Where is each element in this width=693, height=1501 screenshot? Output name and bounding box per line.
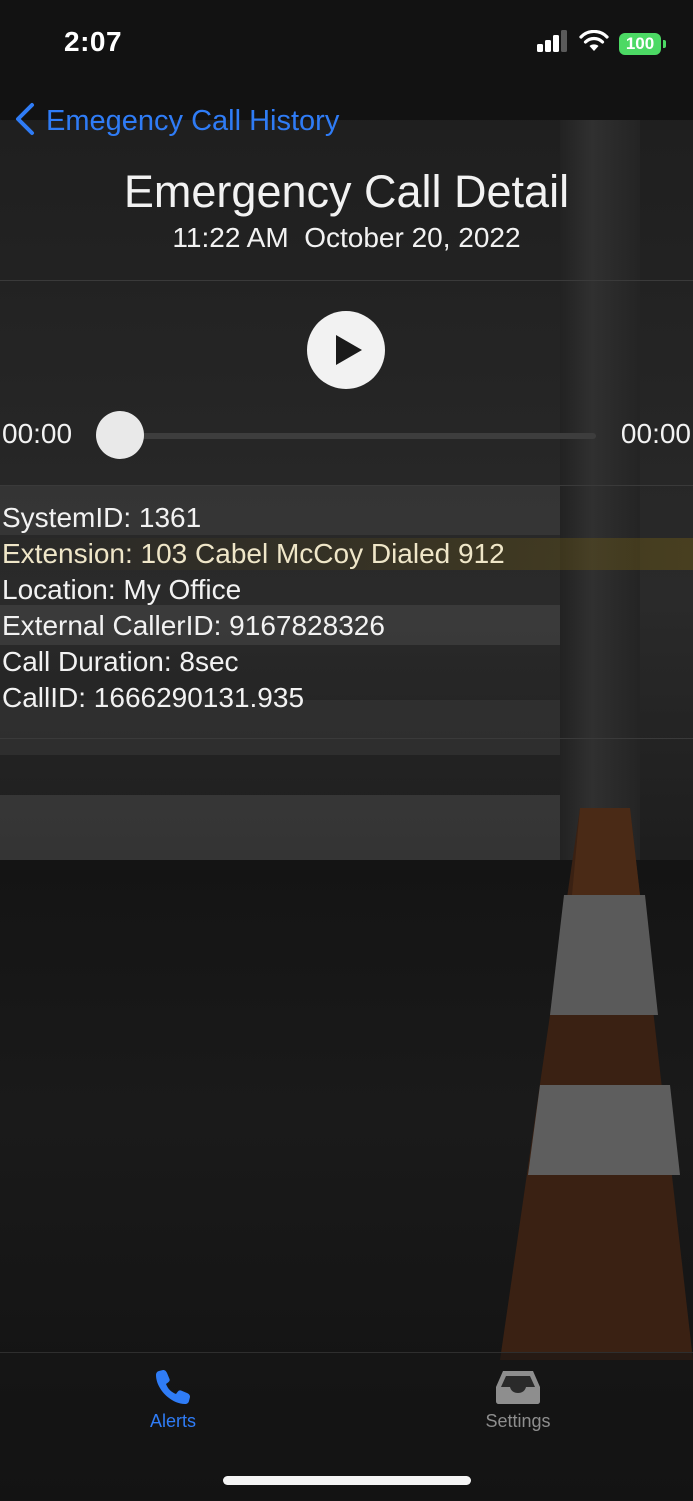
traffic-cone-image	[500, 808, 693, 1360]
tray-icon	[496, 1371, 540, 1404]
home-indicator	[223, 1476, 471, 1485]
back-button[interactable]: Emegency Call History	[14, 102, 339, 141]
detail-system-id: SystemID: 1361	[2, 502, 202, 533]
status-bar: 2:07 100	[0, 0, 693, 90]
wifi-icon	[579, 29, 609, 57]
divider	[0, 738, 693, 739]
tab-alerts-label: Alerts	[149, 1411, 196, 1431]
cellular-signal-icon	[537, 30, 569, 57]
detail-external-caller-id: External CallerID: 9167828326	[2, 610, 385, 641]
detail-call-id: CallID: 1666290131.935	[2, 682, 305, 713]
elapsed-time: 00:00	[2, 418, 73, 449]
detail-call-duration: Call Duration: 8sec	[2, 646, 239, 677]
status-icons: 100	[537, 29, 666, 57]
call-datetime: 11:22 AM October 20, 2022	[172, 222, 521, 253]
phone-icon	[156, 1370, 190, 1404]
chevron-left-icon	[14, 102, 36, 141]
total-duration: 00:00	[620, 418, 691, 449]
tab-settings[interactable]: Settings	[438, 1367, 598, 1432]
playback-slider-track[interactable]	[110, 433, 596, 439]
play-button[interactable]	[307, 311, 385, 389]
back-button-label: Emegency Call History	[46, 105, 340, 137]
divider	[0, 280, 693, 281]
playback-slider-thumb[interactable]	[96, 411, 144, 459]
divider	[0, 485, 693, 486]
tab-settings-label: Settings	[485, 1411, 551, 1431]
tab-alerts[interactable]: Alerts	[93, 1367, 253, 1432]
detail-extension: Extension: 103 Cabel McCoy Dialed 912	[2, 538, 505, 569]
page-title: Emergency Call Detail	[123, 166, 570, 217]
detail-location: Location: My Office	[2, 574, 242, 605]
play-icon	[336, 335, 362, 365]
battery-icon: 100	[619, 32, 666, 55]
call-details: SystemID: 1361 Extension: 103 Cabel McCo…	[2, 500, 505, 716]
status-time: 2:07	[64, 26, 123, 57]
